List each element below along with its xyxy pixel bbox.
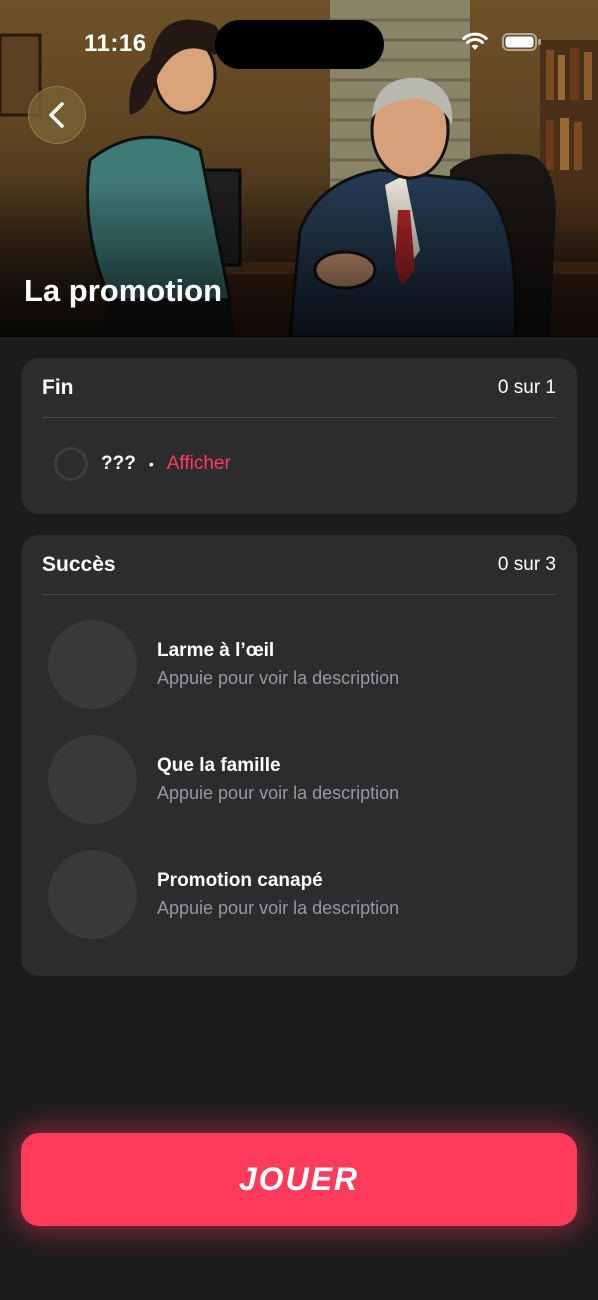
wifi-icon [462, 32, 488, 50]
status-icons [462, 32, 542, 52]
status-time: 11:16 [84, 30, 147, 57]
back-button[interactable] [28, 86, 86, 144]
achievement-badge [48, 850, 137, 939]
ending-item[interactable]: ??? • Afficher [21, 418, 577, 510]
chevron-left-icon [49, 102, 64, 128]
ending-status-circle [54, 447, 88, 481]
achievements-header: Succès 0 sur 3 [42, 535, 556, 595]
page-title: La promotion [24, 273, 223, 308]
achievement-subtitle: Appuie pour voir la description [157, 898, 400, 918]
achievement-badge [48, 620, 137, 709]
ending-show-link[interactable]: Afficher [167, 453, 231, 475]
endings-header: Fin 0 sur 1 [42, 358, 556, 418]
achievements-title: Succès [42, 552, 116, 576]
achievement-title: Que la famille [157, 755, 281, 776]
achievement-badge [48, 735, 137, 824]
achievement-title: Larme à l’œil [157, 640, 275, 661]
achievement-item[interactable]: Larme à l’œil Appuie pour voir la descri… [21, 607, 577, 722]
ending-separator: • [148, 456, 154, 472]
endings-card: Fin 0 sur 1 ??? • Afficher [21, 358, 577, 514]
play-button[interactable]: JOUER [21, 1133, 577, 1226]
hero-gradient [0, 180, 598, 337]
achievement-item[interactable]: Promotion canapé Appuie pour voir la des… [21, 837, 577, 952]
play-button-label: JOUER [238, 1161, 360, 1197]
endings-count: 0 sur 1 [497, 376, 556, 398]
achievements-count: 0 sur 3 [497, 553, 556, 575]
ending-name: ??? [101, 453, 136, 474]
achievement-item[interactable]: Que la famille Appuie pour voir la descr… [21, 722, 577, 837]
achievement-subtitle: Appuie pour voir la description [157, 783, 400, 803]
achievements-card: Succès 0 sur 3 Larme à l’œil Appuie pour… [21, 535, 577, 976]
endings-title: Fin [42, 375, 74, 399]
achievement-subtitle: Appuie pour voir la description [157, 668, 400, 688]
achievement-title: Promotion canapé [157, 870, 323, 891]
dynamic-island [215, 20, 384, 69]
achievements-list: Larme à l’œil Appuie pour voir la descri… [21, 595, 577, 952]
battery-icon [502, 33, 541, 51]
